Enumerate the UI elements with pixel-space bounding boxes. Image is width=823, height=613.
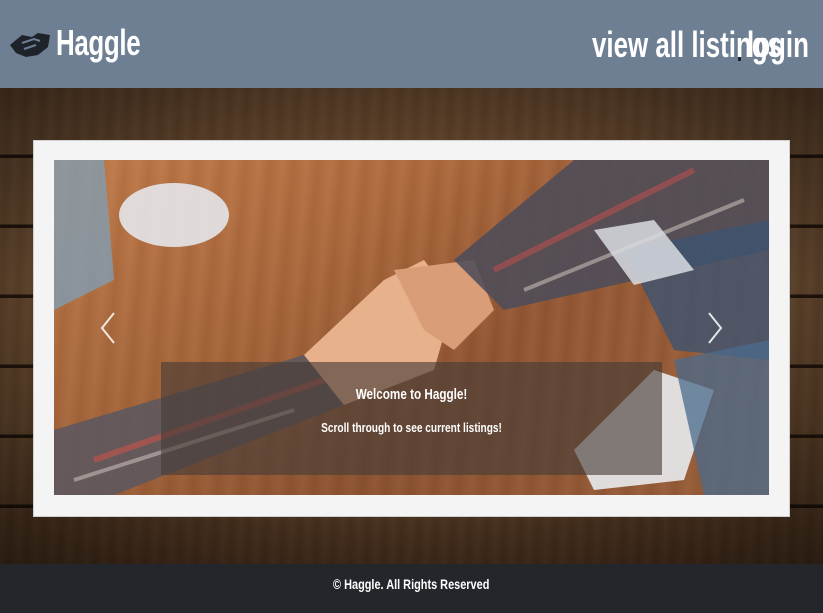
carousel-next-button[interactable] xyxy=(703,300,727,356)
caption-subtitle: Scroll through to see current listings! xyxy=(321,420,502,435)
login-link[interactable]: login xyxy=(747,24,809,66)
chevron-left-icon xyxy=(100,312,115,344)
chevron-right-icon xyxy=(708,312,723,344)
site-header: Haggle view all listings login xyxy=(0,0,823,88)
handshake-icon xyxy=(10,33,50,57)
copyright-text: © Haggle. All Rights Reserved xyxy=(333,576,490,592)
site-footer: © Haggle. All Rights Reserved xyxy=(0,564,823,613)
brand[interactable]: Haggle xyxy=(8,18,173,68)
top-nav: view all listings login xyxy=(518,22,815,68)
carousel-prev-button[interactable] xyxy=(96,300,120,356)
caption-title: Welcome to Haggle! xyxy=(355,386,468,403)
carousel-caption: Welcome to Haggle! Scroll through to see… xyxy=(161,362,662,475)
brand-name: Haggle xyxy=(56,22,141,63)
